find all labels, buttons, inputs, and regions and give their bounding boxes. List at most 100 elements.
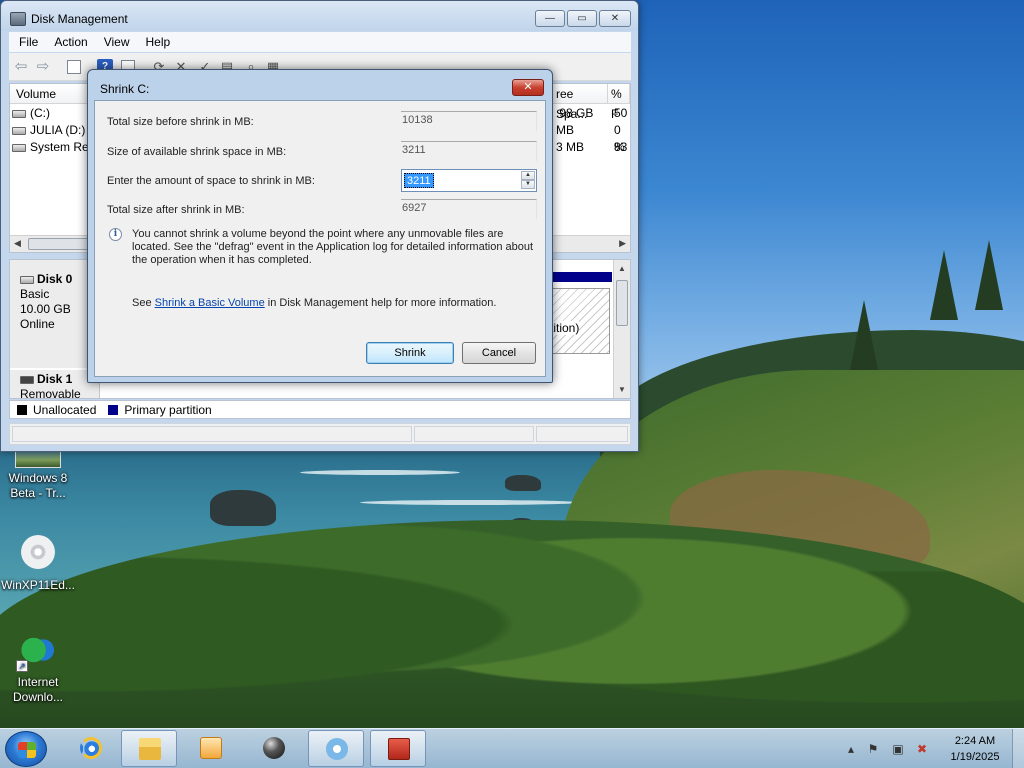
clock-date: 1/19/2025 — [950, 751, 1000, 763]
disk-management-app-icon — [10, 12, 26, 26]
show-desktop-button[interactable] — [1012, 729, 1024, 768]
scroll-right-icon[interactable]: ▶ — [619, 238, 626, 249]
shrink-amount-input[interactable]: 3211 — [404, 173, 434, 188]
cancel-button[interactable]: Cancel — [462, 342, 536, 364]
taskbar-internet-explorer[interactable] — [63, 730, 119, 767]
disk-icon — [20, 275, 34, 284]
total-before-label: Total size before shrink in MB: — [107, 116, 254, 128]
desktop-icon-windows8[interactable]: Windows 8 Beta - Tr... — [0, 448, 76, 501]
desktop-icon-idm[interactable]: ↗ Internet Downlo... — [0, 632, 76, 705]
volume-name: (C:) — [30, 106, 50, 120]
free-space-cell: 3 MB — [556, 140, 585, 154]
sea-rock — [210, 490, 276, 526]
show-hide-console-tree-icon[interactable] — [67, 60, 81, 74]
dialog-close-button[interactable]: ✕ — [512, 79, 544, 96]
shrink-basic-volume-link[interactable]: Shrink a Basic Volume — [155, 297, 265, 309]
desktop-icon-winxp[interactable]: WinXP11Ed... — [0, 532, 76, 593]
disk-name: Disk 1 — [37, 372, 73, 386]
volume-name: JULIA (D:) — [30, 123, 86, 137]
taskbar-media-player[interactable] — [183, 730, 239, 767]
column-percent-free[interactable]: % F — [608, 84, 630, 121]
menu-help[interactable]: Help — [146, 32, 171, 52]
volume-row[interactable]: JULIA (D:) — [12, 122, 85, 139]
partition-label: tition) — [550, 321, 580, 335]
menu-view[interactable]: View — [104, 32, 130, 52]
wave-foam — [360, 500, 580, 505]
action-center-flag-icon[interactable]: ⚑ — [866, 742, 880, 756]
total-before-value: 10138 — [401, 111, 537, 131]
drive-icon — [12, 126, 26, 135]
media-player-icon — [200, 737, 222, 759]
wave-foam — [300, 470, 460, 475]
status-bar — [9, 423, 631, 445]
percent-free-cell: 83 — [614, 140, 628, 154]
maximize-button[interactable]: ▭ — [567, 10, 597, 27]
dialog-body: Total size before shrink in MB: 10138 Si… — [94, 100, 546, 377]
volume-muted-icon[interactable]: ✖ — [915, 742, 929, 756]
taskbar-toolbox[interactable] — [370, 730, 426, 767]
taskbar: ▴ ⚑ ▣ ✖ 2:24 AM 1/19/2025 — [0, 728, 1024, 768]
shrink-dialog: Shrink C: ✕ Total size before shrink in … — [87, 69, 553, 383]
removable-disk-icon — [20, 375, 34, 384]
window-title: Disk Management — [31, 12, 128, 26]
toolbox-icon — [388, 738, 410, 760]
primary-partition-swatch — [108, 404, 119, 415]
status-segment — [414, 426, 534, 442]
volume-row[interactable]: (C:) — [12, 105, 50, 122]
status-segment — [12, 426, 412, 442]
volume-name: System Res — [30, 140, 95, 154]
start-button[interactable] — [5, 731, 47, 767]
legend-unallocated: Unallocated — [33, 402, 97, 417]
scroll-left-icon[interactable]: ◀ — [14, 238, 21, 249]
forward-arrow-icon[interactable]: ⇨ — [35, 59, 51, 75]
legend-bar: Unallocated Primary partition — [9, 400, 631, 419]
taskbar-cleanup-tool[interactable] — [308, 730, 364, 767]
back-arrow-icon[interactable]: ⇦ — [13, 59, 29, 75]
clock-time: 2:24 AM — [954, 735, 996, 747]
percent-free-cell: 50 — [614, 106, 628, 120]
drive-icon — [12, 109, 26, 118]
close-button[interactable]: ✕ — [599, 10, 631, 27]
disk-type: Removable (E:) — [20, 387, 81, 399]
spin-down-icon[interactable]: ▼ — [521, 180, 535, 189]
system-clock[interactable]: 2:24 AM 1/19/2025 — [944, 733, 1006, 765]
scrollbar-thumb[interactable] — [616, 280, 628, 326]
sphere-app-icon — [263, 737, 285, 759]
unallocated-swatch — [17, 404, 27, 415]
scroll-down-icon[interactable]: ▼ — [618, 385, 626, 394]
taskbar-app-sphere[interactable] — [246, 730, 302, 767]
column-free-space[interactable]: ree Spa... — [550, 84, 608, 121]
taskbar-windows-explorer[interactable] — [121, 730, 177, 767]
shrink-button[interactable]: Shrink — [366, 342, 454, 364]
spin-buttons: ▲ ▼ — [521, 171, 535, 190]
primary-partition-strip — [550, 272, 612, 282]
scroll-up-icon[interactable]: ▲ — [618, 264, 626, 273]
shrink-amount-spinbox[interactable]: 3211 ▲ ▼ — [401, 169, 537, 192]
minimize-button[interactable]: — — [535, 10, 565, 27]
sea-rock — [505, 475, 541, 491]
help-reference: See Shrink a Basic Volume in Disk Manage… — [132, 297, 496, 309]
caption-buttons: — ▭ ✕ — [535, 10, 631, 27]
network-icon[interactable]: ▣ — [891, 742, 905, 756]
show-hidden-icons-icon[interactable]: ▴ — [844, 742, 858, 756]
free-space-cell: MB — [556, 123, 574, 137]
vertical-scrollbar[interactable]: ▲ ▼ — [613, 260, 630, 398]
menu-action[interactable]: Action — [54, 32, 87, 52]
volume-row[interactable]: System Res — [12, 139, 95, 156]
menu-file[interactable]: File — [19, 32, 38, 52]
pine-tree — [975, 240, 1003, 310]
folder-icon — [139, 738, 161, 760]
desktop-icon-label: WinXP11Ed... — [1, 578, 75, 592]
total-after-label: Total size after shrink in MB: — [107, 204, 245, 216]
disk-cleanup-icon — [326, 738, 348, 760]
spin-up-icon[interactable]: ▲ — [521, 171, 535, 180]
available-space-value: 3211 — [401, 141, 537, 161]
window-titlebar[interactable]: Disk Management — ▭ ✕ — [1, 1, 638, 31]
available-space-label: Size of available shrink space in MB: — [107, 146, 287, 158]
status-segment — [536, 426, 628, 442]
shrink-amount-label: Enter the amount of space to shrink in M… — [107, 175, 315, 187]
shortcut-arrow-icon: ↗ — [16, 660, 28, 672]
drive-icon — [12, 143, 26, 152]
percent-free-cell: 0 % — [614, 123, 625, 154]
info-icon: i — [109, 228, 122, 241]
